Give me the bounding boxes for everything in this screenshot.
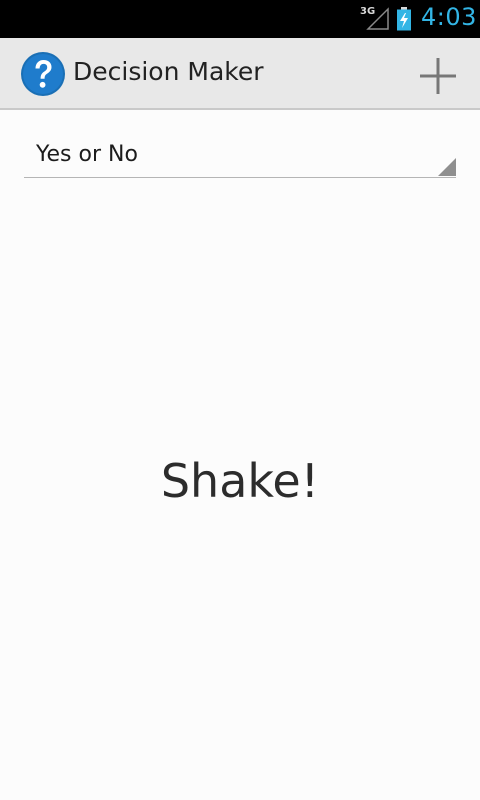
spinner-arrow-icon [438, 158, 456, 176]
plus-icon [420, 58, 456, 94]
question-mark-icon[interactable] [20, 51, 66, 97]
app-title: Decision Maker [73, 57, 264, 86]
decision-type-spinner[interactable]: Yes or No [24, 134, 456, 178]
status-time: 4:03 [421, 3, 477, 31]
status-bar: 3G 4:03 [0, 0, 480, 38]
action-bar: Decision Maker [0, 38, 480, 110]
spinner-selected-value: Yes or No [36, 142, 138, 167]
signal-strength-icon [366, 7, 389, 30]
battery-charging-icon [397, 7, 411, 31]
shake-prompt: Shake! [160, 454, 320, 508]
add-button[interactable] [410, 48, 466, 100]
